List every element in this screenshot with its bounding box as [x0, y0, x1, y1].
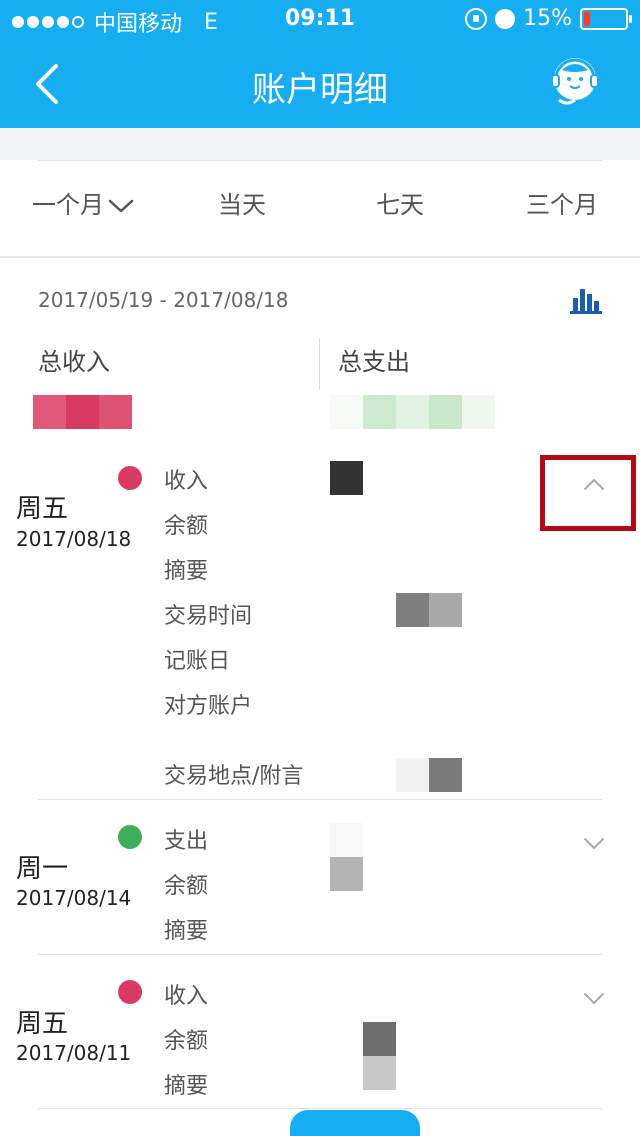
- divider: [38, 160, 602, 161]
- chevron-down-icon: [108, 199, 134, 213]
- record-label-summary: 摘要: [164, 559, 209, 584]
- highlight-annotation-box: [540, 455, 636, 531]
- filter-label: 一个月: [32, 191, 104, 219]
- redacted-value: [330, 461, 363, 495]
- customer-service-icon[interactable]: [546, 52, 604, 110]
- orientation-lock-icon: [465, 7, 488, 30]
- nav-bar: 账户明细: [0, 40, 640, 128]
- filter-today[interactable]: 当天: [218, 185, 266, 220]
- period-filter-bar: 一个月 当天 七天 三个月: [0, 185, 640, 235]
- battery-percent: 15%: [523, 6, 572, 31]
- record-weekday: 周五: [16, 1009, 69, 1039]
- battery-icon: [580, 7, 632, 30]
- redacted-value: [396, 593, 429, 627]
- redacted-value: [429, 593, 462, 627]
- bar-chart-icon[interactable]: [570, 286, 602, 314]
- divider: [319, 338, 320, 390]
- redacted-value: [429, 758, 462, 792]
- divider: [38, 799, 602, 800]
- filter-three-months[interactable]: 三个月: [526, 185, 598, 220]
- filter-seven-days[interactable]: 七天: [376, 185, 424, 220]
- redacted-value: [363, 1022, 396, 1056]
- status-right: 15%: [465, 6, 632, 31]
- record-label-type: 收入: [164, 469, 209, 494]
- redacted-value: [330, 857, 363, 891]
- total-income-value-redacted: [33, 395, 132, 429]
- record-label-counterparty: 对方账户: [164, 694, 253, 719]
- filter-one-month[interactable]: 一个月: [32, 185, 134, 220]
- expense-type-dot: [118, 825, 142, 849]
- alarm-icon: [495, 8, 516, 29]
- floating-button-edge: [290, 1110, 420, 1136]
- record-label-summary: 摘要: [164, 919, 209, 944]
- income-type-dot: [118, 466, 142, 490]
- divider: [0, 256, 640, 258]
- record-label-summary: 摘要: [164, 1074, 209, 1099]
- status-bar: 中国移动 E 09:11 15%: [0, 0, 640, 40]
- record-weekday: 周一: [16, 854, 69, 884]
- redacted-value: [396, 758, 429, 792]
- record-date: 2017/08/11: [16, 1041, 132, 1065]
- total-expense-label: 总支出: [338, 348, 410, 376]
- record-label-booking-date: 记账日: [164, 649, 231, 674]
- redacted-value: [330, 823, 363, 857]
- record-label-location-note: 交易地点/附言: [164, 764, 304, 789]
- record-label-type: 收入: [164, 984, 209, 1009]
- date-range: 2017/05/19 - 2017/08/18: [38, 288, 289, 312]
- collapsed-header-strip: [0, 128, 640, 160]
- total-expense-value-redacted: [330, 395, 495, 429]
- record-date: 2017/08/18: [16, 527, 132, 551]
- record-label-balance: 余额: [164, 1029, 209, 1054]
- record-weekday: 周五: [16, 494, 69, 524]
- total-income-label: 总收入: [38, 348, 110, 376]
- record-date: 2017/08/14: [16, 886, 132, 910]
- chevron-down-icon[interactable]: [582, 835, 606, 851]
- divider: [38, 1108, 602, 1109]
- record-label-balance: 余额: [164, 874, 209, 899]
- redacted-value: [363, 1056, 396, 1090]
- chevron-down-icon[interactable]: [582, 990, 606, 1006]
- divider: [38, 954, 602, 955]
- record-label-type: 支出: [164, 829, 209, 854]
- record-label-balance: 余额: [164, 514, 209, 539]
- page-title: 账户明细: [252, 70, 388, 110]
- record-label-trade-time: 交易时间: [164, 604, 253, 629]
- income-type-dot: [118, 980, 142, 1004]
